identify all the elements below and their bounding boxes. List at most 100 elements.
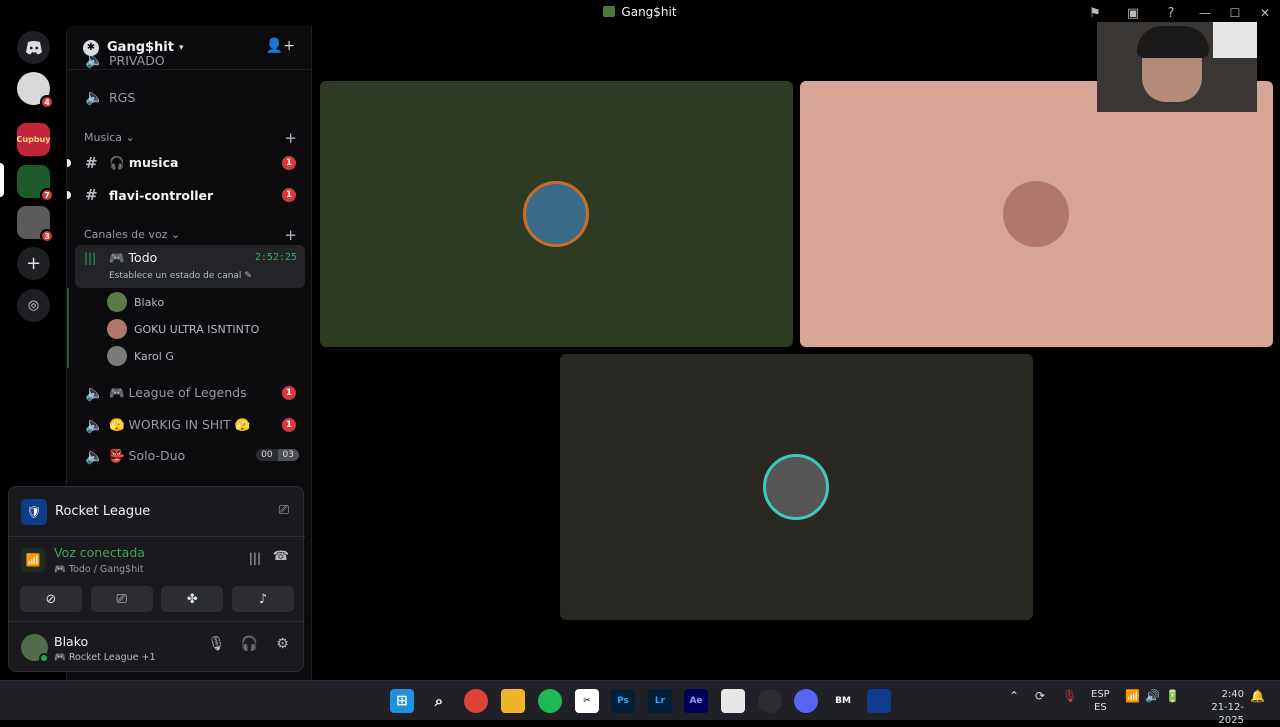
mention-badge: 7 <box>40 188 54 202</box>
notifications-icon[interactable]: 🔔 <box>1250 689 1265 703</box>
online-status-icon <box>39 653 49 663</box>
discord-icon[interactable] <box>794 689 818 713</box>
guild-server-1[interactable]: 4 <box>17 72 54 109</box>
mention-badge: 1 <box>282 418 296 432</box>
battery-icon[interactable]: 🔋 <box>1165 689 1180 703</box>
speaker-icon: 🔈 <box>85 416 104 434</box>
channel-musica[interactable]: # 🎧 musica 1 <box>67 148 311 178</box>
voice-channel-league[interactable]: 🔈 🎮 League of Legends 1 <box>67 378 311 408</box>
user-panel: 🛡 Rocket League ⎚ 📶 Voz conectada 🎮 Todo… <box>8 486 305 672</box>
file-explorer-icon[interactable] <box>501 689 525 713</box>
settings-gear-icon[interactable]: ⚙ <box>266 636 299 652</box>
speaker-icon: 🔈 <box>85 447 104 465</box>
discover-icon[interactable]: ◎ <box>17 289 50 322</box>
guild-server-2[interactable]: Cupbuy <box>17 123 50 156</box>
minimize-button[interactable]: — <box>1190 2 1220 24</box>
title-bar: Gang$hit ⚑ ▣ ? — ☐ ✕ <box>0 0 1280 26</box>
inbox-icon[interactable]: ⚑ <box>1076 2 1114 24</box>
voice-location[interactable]: 🎮 Todo / Gang$hit <box>54 564 144 575</box>
mention-badge: 1 <box>282 188 296 202</box>
activities-button[interactable]: ✤ <box>161 586 224 612</box>
search-icon[interactable]: ⌕ <box>427 689 451 713</box>
windows-start-icon[interactable]: ⊞ <box>390 689 414 713</box>
voice-user[interactable]: Karol G <box>107 346 174 366</box>
add-server-icon[interactable]: + <box>17 247 50 280</box>
lightroom-icon[interactable]: Lr <box>648 689 672 713</box>
channel-flavi-controller[interactable]: # flavi-controller 1 <box>67 180 311 210</box>
chevron-down-icon: ⌄ <box>125 131 135 144</box>
participant-tile[interactable] <box>320 81 793 347</box>
soundboard-icon: ♪ <box>258 591 268 607</box>
photoshop-icon[interactable]: Ps <box>611 689 635 713</box>
active-voice-channel[interactable]: ||| 🎮 Todo 2:52:25 Establece un estado d… <box>75 245 305 288</box>
user-activity: 🎮 Rocket League +1 <box>54 652 156 663</box>
user-limit-pill: 00 03 <box>256 449 299 461</box>
chevron-up-icon[interactable]: ⌃ <box>1009 689 1019 703</box>
microphone-icon[interactable]: 🎙 <box>200 636 233 652</box>
server-icon <box>603 6 616 17</box>
channel-rgs[interactable]: 🔈 RGS <box>67 82 311 112</box>
screen-share-icon[interactable]: ▣ <box>1114 2 1152 24</box>
spotify-icon[interactable] <box>538 689 562 713</box>
obs-icon[interactable] <box>758 689 782 713</box>
chrome-icon[interactable] <box>464 689 488 713</box>
help-icon[interactable]: ? <box>1152 2 1190 24</box>
capcut-icon[interactable]: ✂ <box>575 689 599 713</box>
voice-user[interactable]: Blako <box>107 292 164 312</box>
participant-tile[interactable] <box>560 354 1033 620</box>
add-channel-icon[interactable]: + <box>284 226 297 244</box>
soundboard-button[interactable]: ♪ <box>231 586 294 612</box>
wifi-icon[interactable]: 📶 <box>1125 689 1140 703</box>
snipping-tool-icon[interactable] <box>721 689 745 713</box>
voice-channel-workig[interactable]: 🔈 🫣 WORKIG IN SHIT 🫣 1 <box>67 410 311 440</box>
screen-share-icon: ⎚ <box>116 591 127 607</box>
hash-icon: # <box>85 154 98 172</box>
bm-app-icon[interactable]: BM <box>831 689 855 713</box>
voice-connected-line <box>67 288 69 368</box>
after-effects-icon[interactable]: Ae <box>684 689 708 713</box>
category-musica[interactable]: Musica ⌄ + <box>67 129 311 147</box>
category-voice[interactable]: Canales de voz ⌄ + <box>67 226 311 244</box>
unread-indicator <box>67 159 71 167</box>
share-screen-button[interactable]: ⎚ <box>90 586 153 612</box>
voice-channel-solo-duo[interactable]: 🔈 👺 Solo-Duo 00 03 <box>67 441 311 471</box>
activities-icon: ✤ <box>186 591 198 607</box>
noise-suppression-icon[interactable]: ||| <box>249 551 261 565</box>
camera-button[interactable]: ⊘ <box>20 586 82 612</box>
language-indicator[interactable]: ESP ES <box>1091 688 1110 714</box>
stream-game-icon[interactable]: ⎚ <box>279 503 289 518</box>
discord-home-icon[interactable] <box>17 31 50 64</box>
signal-icon[interactable]: 📶 <box>21 548 45 572</box>
voice-connection: 📶 Voz conectada 🎮 Todo / Gang$hit ||| ☎ <box>9 539 305 579</box>
camera-off-icon: ⊘ <box>45 591 57 607</box>
maximize-button[interactable]: ☐ <box>1220 2 1250 24</box>
rocket-league-icon: 🛡 <box>21 498 47 525</box>
close-button[interactable]: ✕ <box>1250 2 1280 24</box>
speaker-icon: 🔈 <box>85 384 104 402</box>
pencil-icon: ✎ <box>244 271 252 281</box>
rocket-league-icon[interactable] <box>867 689 891 713</box>
guild-server-3[interactable]: 7 <box>17 165 54 202</box>
voice-user[interactable]: GOKU ULTRA ISNTINTO <box>107 319 259 339</box>
volume-icon[interactable]: 🔊 <box>1145 689 1160 703</box>
guild-server-4[interactable]: 3 <box>17 206 54 243</box>
channel-status-prompt[interactable]: Establece un estado de canal ✎ <box>109 271 252 281</box>
voice-stage <box>313 22 1280 680</box>
avatar <box>107 292 127 312</box>
user-name[interactable]: Blako <box>54 634 88 649</box>
avatar <box>107 319 127 339</box>
clock[interactable]: 2:40 21-12-2025 <box>1198 688 1244 727</box>
voice-activity-icon: ||| <box>84 251 97 265</box>
participant-tile[interactable] <box>800 81 1273 347</box>
avatar <box>1003 181 1069 247</box>
add-channel-icon[interactable]: + <box>284 129 297 147</box>
voice-channel-name: 🎮 Todo <box>109 250 158 265</box>
microphone-icon[interactable]: 🎙 <box>1062 689 1077 703</box>
taskbar: ⊞ ⌕ ✂ Ps Lr Ae BM ⌃ ⟳ 🎙 ESP ES 📶 🔊 🔋 2:40… <box>0 680 1280 726</box>
avatar <box>107 346 127 366</box>
disconnect-icon[interactable]: ☎ <box>273 549 289 564</box>
avatar <box>763 454 829 520</box>
channel-partial[interactable]: 🔈 PRIVADO <box>67 50 311 70</box>
sync-icon[interactable]: ⟳ <box>1035 689 1045 703</box>
headphones-icon[interactable]: 🎧 <box>233 636 266 652</box>
